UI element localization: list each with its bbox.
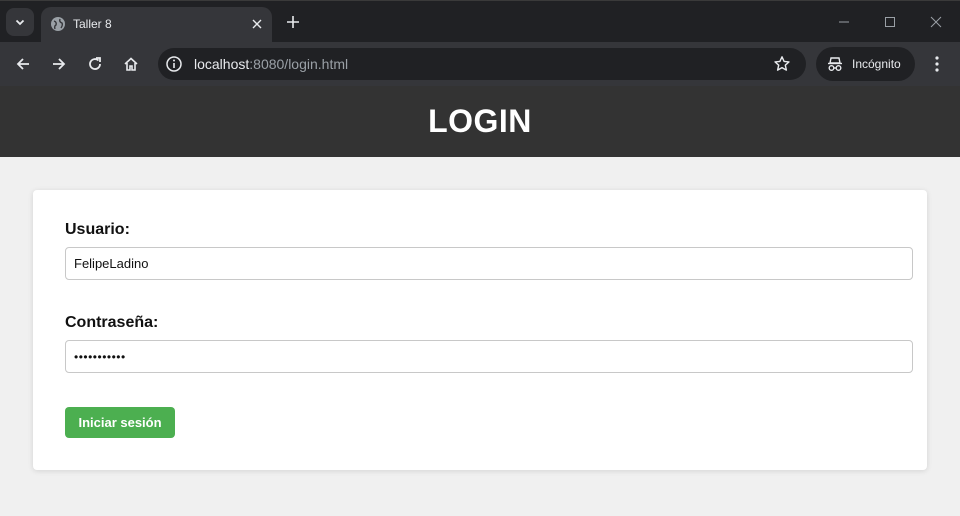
username-input[interactable] [65, 247, 913, 280]
username-label: Usuario: [65, 221, 130, 238]
tab-close-button[interactable] [247, 14, 267, 34]
tab-title: Taller 8 [73, 17, 112, 31]
login-form: Usuario: Contraseña: Iniciar sesión [33, 190, 927, 470]
page-header: LOGIN [0, 86, 960, 157]
browser-tab[interactable]: Taller 8 [41, 7, 272, 43]
chevron-down-icon [15, 19, 25, 26]
minimize-button[interactable] [833, 11, 855, 33]
url-path: :8080/login.html [249, 56, 349, 72]
login-button[interactable]: Iniciar sesión [65, 407, 175, 438]
arrow-right-icon [53, 58, 66, 70]
password-label: Contraseña: [65, 314, 159, 331]
window-close-button[interactable] [925, 11, 947, 33]
tab-strip: Taller 8 [0, 0, 960, 43]
incognito-icon [828, 57, 842, 71]
new-tab-button[interactable] [282, 11, 304, 33]
close-icon [252, 19, 262, 29]
address-bar[interactable]: localhost:8080/login.html [158, 48, 806, 80]
info-icon[interactable] [165, 55, 183, 73]
tab-search-button[interactable] [6, 8, 34, 36]
back-button[interactable] [11, 52, 35, 76]
reload-icon [89, 57, 101, 70]
star-icon[interactable] [773, 55, 791, 73]
url-text[interactable]: localhost:8080/login.html [194, 56, 348, 72]
browser-menu-button[interactable] [926, 53, 948, 75]
maximize-icon [885, 17, 895, 27]
reload-button[interactable] [83, 52, 107, 76]
incognito-badge[interactable]: Incógnito [816, 47, 915, 81]
plus-icon [287, 16, 299, 28]
forward-button[interactable] [47, 52, 71, 76]
url-host: localhost [194, 56, 250, 72]
maximize-button[interactable] [879, 11, 901, 33]
globe-icon [51, 17, 65, 31]
home-button[interactable] [119, 52, 143, 76]
more-vert-icon [935, 56, 939, 72]
page-title: LOGIN [428, 103, 532, 139]
home-icon [124, 57, 138, 71]
browser-toolbar: localhost:8080/login.html Incógnito [0, 42, 960, 86]
password-input[interactable] [65, 340, 913, 373]
minimize-icon [839, 21, 849, 23]
close-icon [930, 16, 942, 28]
incognito-label: Incógnito [852, 57, 901, 71]
arrow-left-icon [16, 58, 29, 70]
